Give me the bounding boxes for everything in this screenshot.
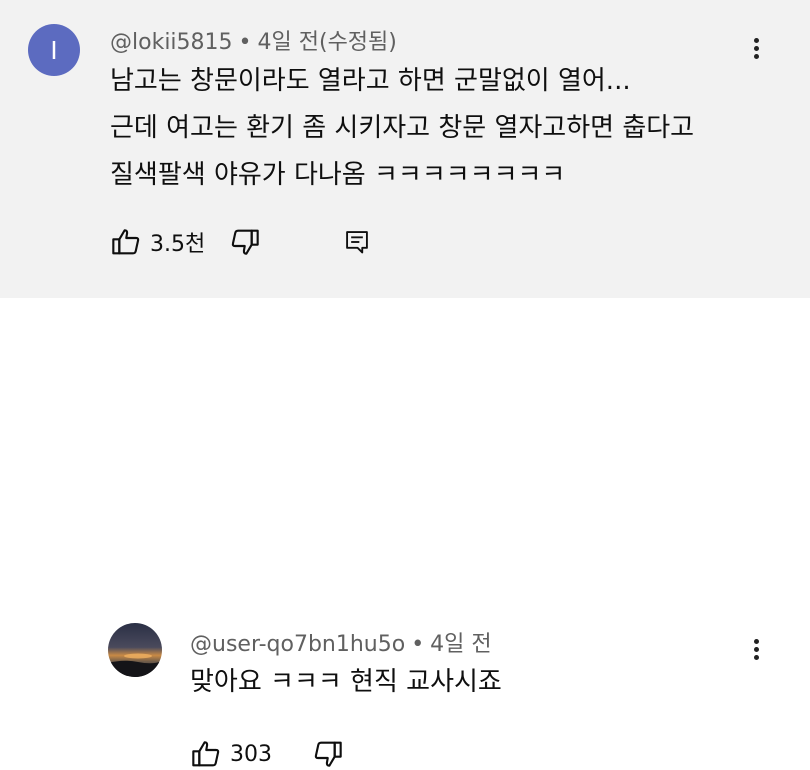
comment-meta: @user-qo7bn1hu5o • 4일 전 bbox=[190, 626, 492, 658]
sunset-avatar-image bbox=[108, 623, 162, 677]
more-vert-icon[interactable] bbox=[744, 636, 768, 666]
author-handle[interactable]: @lokii5815 bbox=[110, 30, 233, 55]
comment-line: 질색팔색 야유가 다나옴 ㅋㅋㅋㅋㅋㅋㅋㅋ bbox=[110, 160, 566, 190]
like-count: 3.5천 bbox=[150, 232, 206, 257]
comment-highlighted: I @lokii5815 • 4일 전(수정됨) 남고는 창문이라도 열라고 하면 … bbox=[0, 0, 810, 298]
comment-time[interactable]: 4일 전 bbox=[430, 632, 491, 657]
comment-line: 맞아요 ㅋㅋㅋ 현직 교사시죠 bbox=[190, 667, 502, 697]
avatar[interactable] bbox=[108, 623, 162, 677]
meta-separator: • bbox=[238, 30, 252, 55]
thumbs-down-icon bbox=[232, 229, 259, 255]
dislike-button[interactable] bbox=[312, 738, 344, 770]
meta-separator: • bbox=[411, 632, 425, 657]
comment-line: 남고는 창문이라도 열라고 하면 군말없이 열어... bbox=[110, 66, 631, 96]
avatar[interactable]: I bbox=[28, 24, 80, 76]
comment-meta: @lokii5815 • 4일 전(수정됨) bbox=[110, 24, 397, 56]
comment-text: 맞아요 ㅋㅋㅋ 현직 교사시죠 bbox=[190, 659, 502, 706]
comment-time[interactable]: 4일 전(수정됨) bbox=[258, 30, 397, 55]
like-count: 303 bbox=[230, 741, 272, 767]
more-vert-icon[interactable] bbox=[744, 35, 768, 65]
like-button[interactable]: 303 bbox=[190, 738, 272, 770]
thumbs-up-icon bbox=[192, 741, 220, 767]
reply-icon bbox=[346, 231, 369, 254]
like-button[interactable]: 3.5천 bbox=[110, 226, 205, 258]
comment-line: 근데 여고는 환기 좀 시키자고 창문 열자고하면 춥다고 bbox=[110, 113, 695, 143]
comment-actions: 3.5천 bbox=[110, 226, 371, 258]
comment-reply: @user-qo7bn1hu5o • 4일 전 맞아요 ㅋㅋㅋ 현직 교사시죠 30… bbox=[0, 298, 810, 767]
comment-text: 남고는 창문이라도 열라고 하면 군말없이 열어... 근데 여고는 환기 좀 … bbox=[110, 58, 694, 199]
comment-actions: 303 bbox=[190, 738, 344, 770]
author-handle[interactable]: @user-qo7bn1hu5o bbox=[190, 632, 405, 657]
dislike-button[interactable] bbox=[229, 226, 261, 258]
reply-button[interactable] bbox=[343, 228, 371, 256]
thumbs-up-icon bbox=[112, 229, 140, 255]
thumbs-down-icon bbox=[314, 741, 342, 767]
avatar-letter: I bbox=[50, 34, 58, 65]
